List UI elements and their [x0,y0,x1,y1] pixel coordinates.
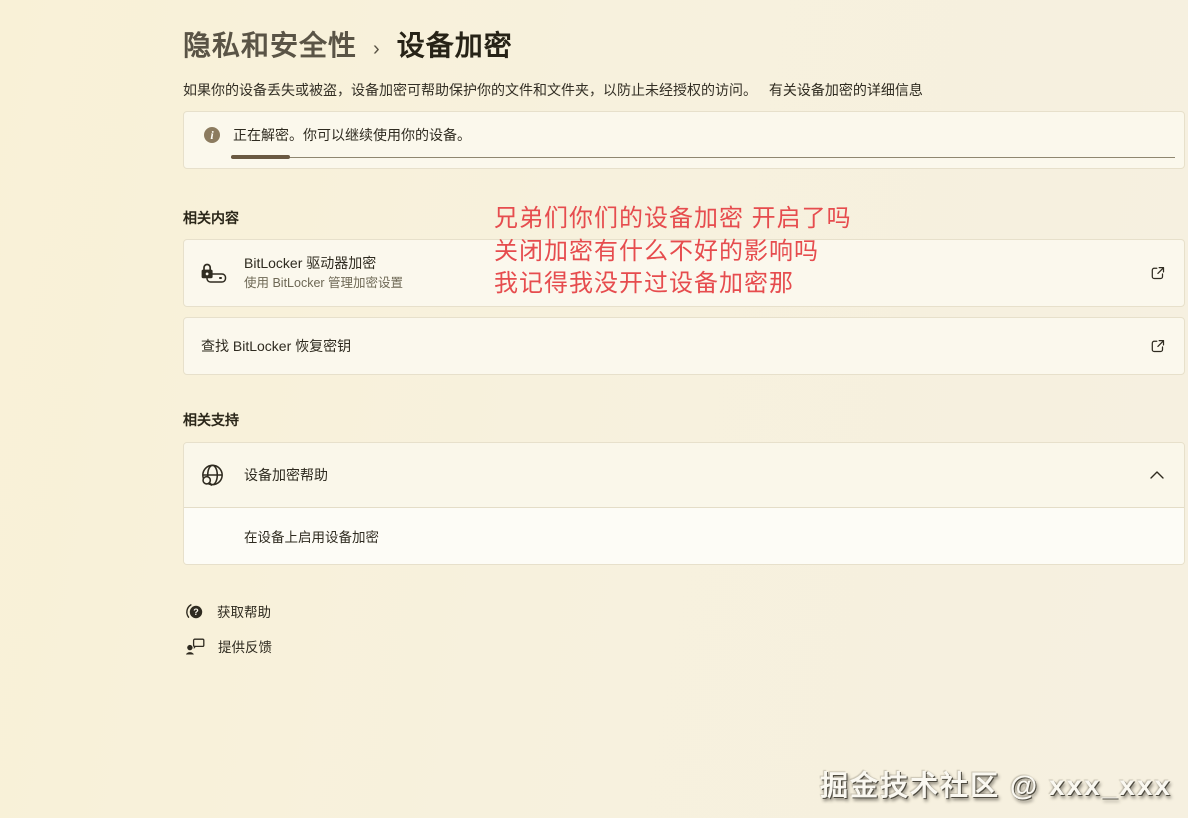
get-help-label: 获取帮助 [217,601,271,621]
info-icon: i [204,127,220,143]
banner-message: 正在解密。你可以继续使用你的设备。 [233,125,471,145]
learn-more-link[interactable]: 有关设备加密的详细信息 [769,82,923,98]
external-link-icon [1150,265,1166,281]
related-support-header: 相关支持 [183,410,1185,430]
help-expander-title: 设备加密帮助 [244,466,328,485]
svg-text:?: ? [193,607,199,617]
recovery-key-card[interactable]: 查找 BitLocker 恢复密钥 [183,317,1185,375]
help-expander-content: 在设备上启用设备加密 [184,508,1184,564]
breadcrumb-parent[interactable]: 隐私和安全性 [183,24,357,64]
get-help-icon: ? [185,602,204,621]
watermark: 掘金技术社区 @ xxx_xxx [820,764,1172,804]
help-expander-header[interactable]: 设备加密帮助 [184,443,1184,507]
bitlocker-drive-lock-icon [199,261,227,285]
device-encryption-help-expander: 设备加密帮助 在设备上启用设备加密 [183,442,1185,565]
progress-fill [231,155,290,159]
annotation-line: 关闭加密有什么不好的影响吗 [494,236,852,269]
annotation-line: 兄弟们你们的设备加密 开启了吗 [494,203,852,236]
feedback-icon [185,637,205,656]
description-text: 如果你的设备丢失或被盗，设备加密可帮助保护你的文件和文件夹，以防止未经授权的访问… [183,82,757,98]
chevron-up-icon[interactable] [1150,471,1164,479]
give-feedback-link[interactable]: 提供反馈 [185,636,1185,656]
decryption-progress-bar [231,155,1175,160]
settings-page: 隐私和安全性 › 设备加密 如果你的设备丢失或被盗，设备加密可帮助保护你的文件和… [183,0,1185,656]
annotation-overlay: 兄弟们你们的设备加密 开启了吗 关闭加密有什么不好的影响吗 我记得我没开过设备加… [494,203,852,301]
give-feedback-label: 提供反馈 [218,636,272,656]
globe-search-icon [199,462,226,489]
decryption-status-banner: i 正在解密。你可以继续使用你的设备。 [183,111,1185,169]
external-link-icon [1150,338,1166,354]
get-help-link[interactable]: ? 获取帮助 [185,601,1185,621]
recovery-key-card-title: 查找 BitLocker 恢复密钥 [201,337,351,356]
page-title: 设备加密 [397,24,513,64]
page-description: 如果你的设备丢失或被盗，设备加密可帮助保护你的文件和文件夹，以防止未经授权的访问… [183,80,1185,100]
breadcrumb-chevron-icon: › [373,38,381,61]
enable-encryption-link[interactable]: 在设备上启用设备加密 [244,526,379,546]
breadcrumb: 隐私和安全性 › 设备加密 [183,24,1185,64]
progress-track [231,157,1175,158]
annotation-line: 我记得我没开过设备加密那 [494,268,852,301]
bitlocker-card-title: BitLocker 驱动器加密 [244,254,403,273]
bitlocker-card-subtitle: 使用 BitLocker 管理加密设置 [244,275,403,292]
